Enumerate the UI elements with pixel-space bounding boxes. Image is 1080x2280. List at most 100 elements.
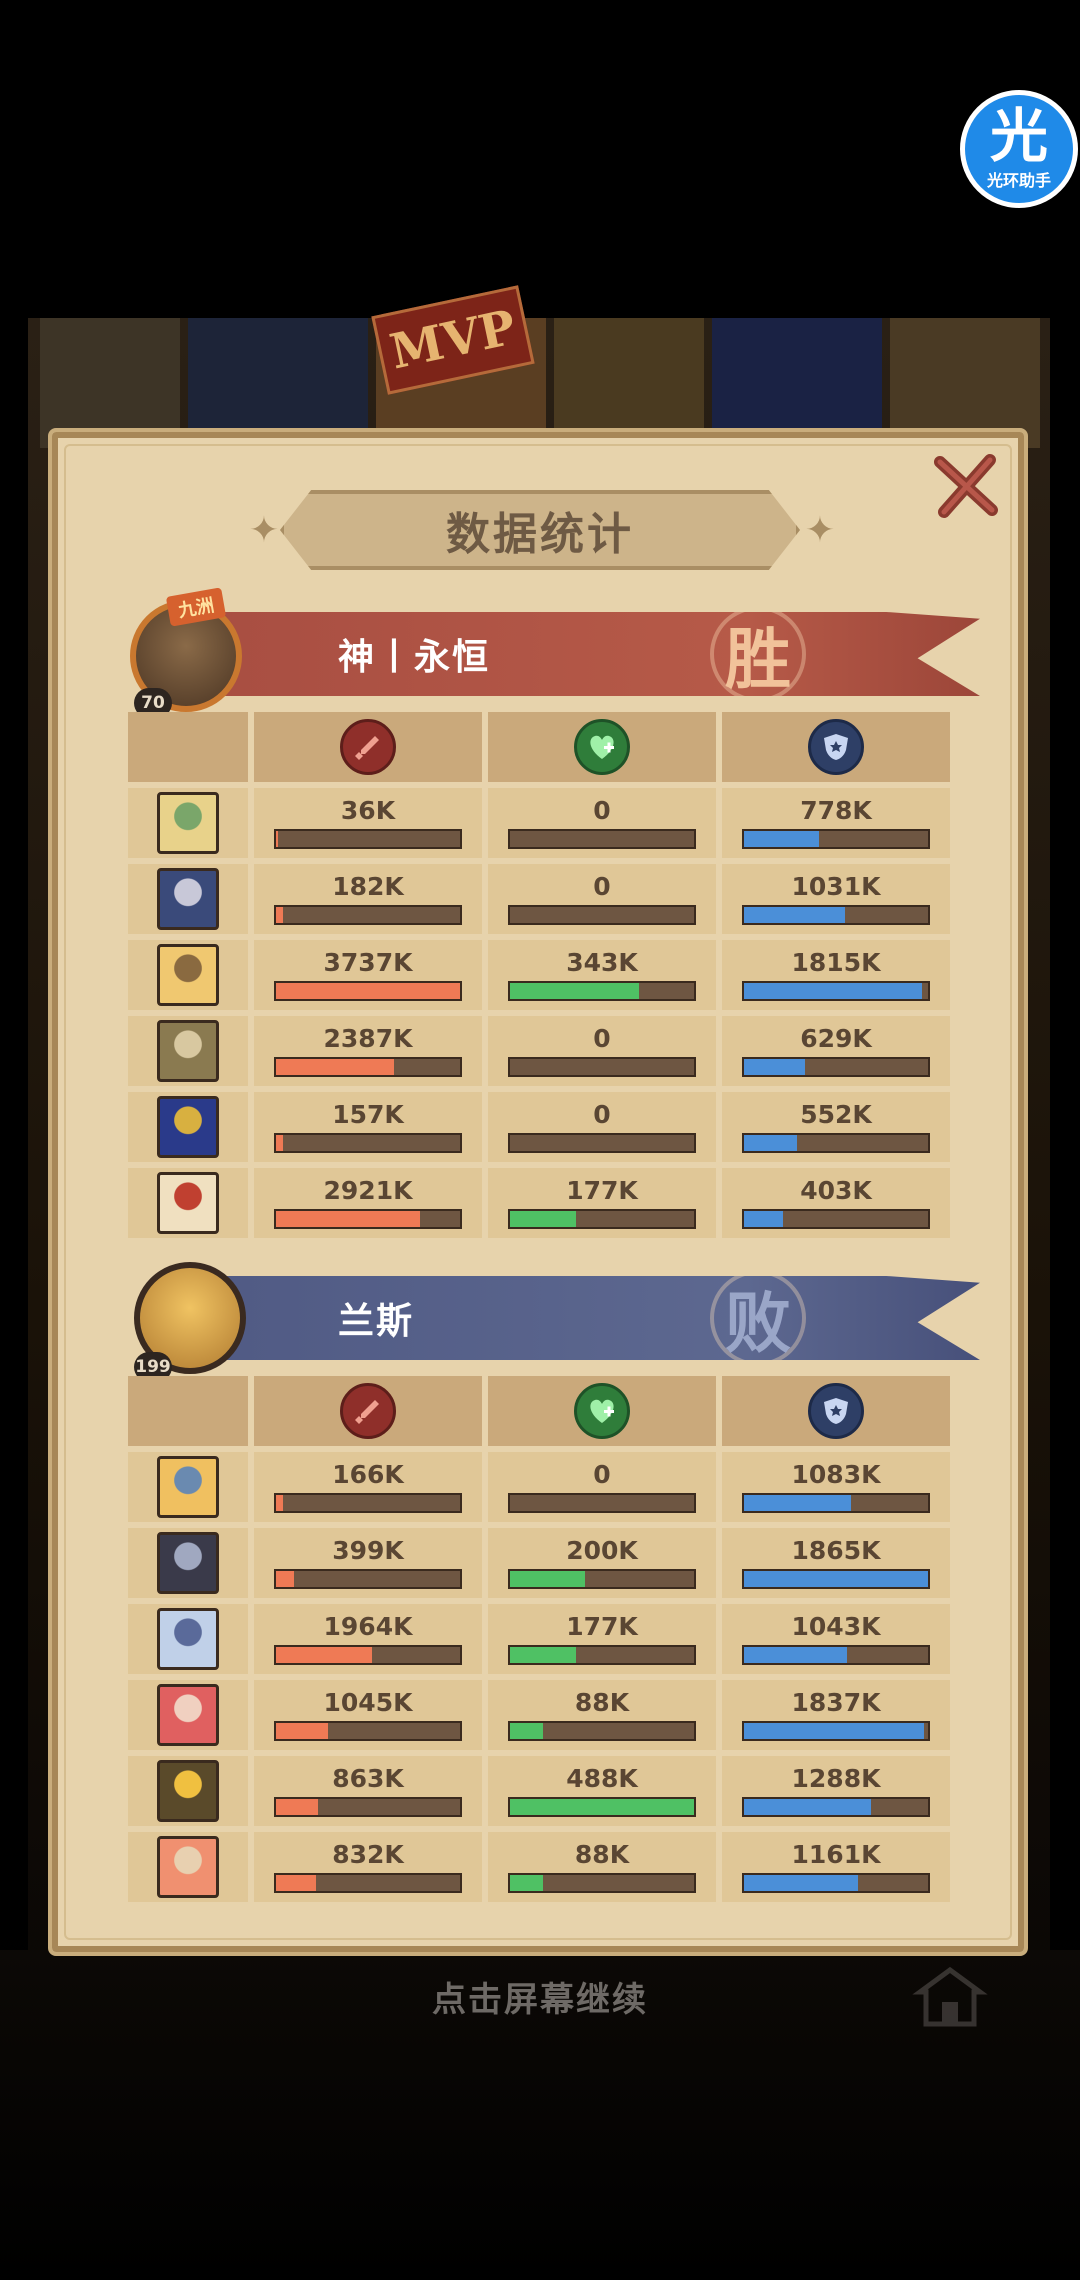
tank-value: 1288K [791,1764,881,1793]
hero-portrait-cell [128,1092,248,1162]
tank-cell: 1083K [722,1452,950,1522]
heal-bar [508,1569,696,1589]
title-plate: 数据统计 [280,490,800,570]
hero-portrait-cell [128,1168,248,1238]
damage-bar-fill [276,983,460,999]
hero-portrait[interactable] [157,868,219,930]
panel-title: 数据统计 [446,509,634,560]
heal-value: 0 [593,1100,611,1129]
damage-cell: 832K [254,1832,482,1902]
hero-stat-row: 399K 200K 1865K [128,1528,950,1598]
damage-cell: 182K [254,864,482,934]
damage-cell: 3737K [254,940,482,1010]
heal-bar-fill [510,1571,586,1587]
tank-value: 1815K [791,948,881,977]
heal-cell: 177K [488,1168,716,1238]
damage-bar-fill [276,1135,284,1151]
tank-cell: 778K [722,788,950,858]
tank-bar [742,829,930,849]
hero-stat-row: 166K 0 1083K [128,1452,950,1522]
heal-icon [574,1383,630,1439]
heal-bar [508,1493,696,1513]
hero-stat-row: 2921K 177K 403K [128,1168,950,1238]
hero-rows: 166K 0 1083K 399K 200K 1865K 1964K 177K 1043K 104… [128,1452,950,1902]
hero-portrait[interactable] [157,1760,219,1822]
tank-cell: 629K [722,1016,950,1086]
heal-bar [508,1873,696,1893]
hero-rows: 36K 0 778K 182K 0 1031K 3737K 343K 1815K 2387K 0 62… [128,788,950,1238]
tank-cell: 1031K [722,864,950,934]
heal-bar-fill [510,1799,694,1815]
table-header [128,712,950,782]
damage-cell: 2387K [254,1016,482,1086]
hero-portrait-cell [128,940,248,1010]
hero-stat-row: 157K 0 552K [128,1092,950,1162]
damage-bar-fill [276,1875,317,1891]
damage-bar-fill [276,1059,394,1075]
team-stats-table: 166K 0 1083K 399K 200K 1865K 1964K 177K 1043K 104… [128,1376,950,1908]
hero-portrait[interactable] [157,792,219,854]
heal-cell: 177K [488,1604,716,1674]
hero-portrait[interactable] [157,1096,219,1158]
hero-portrait[interactable] [157,1532,219,1594]
damage-bar-fill [276,1647,372,1663]
tank-bar [742,1209,930,1229]
tank-cell: 1161K [722,1832,950,1902]
tank-bar [742,981,930,1001]
tank-bar [742,1873,930,1893]
team-banner-winner: 神丨永恒 胜 [200,612,980,696]
hero-portrait[interactable] [157,1020,219,1082]
hero-portrait[interactable] [157,1608,219,1670]
tank-cell: 1043K [722,1604,950,1674]
tank-bar-fill [744,831,820,847]
heal-value: 88K [574,1688,630,1717]
heal-bar-fill [510,1211,577,1227]
damage-bar [274,1721,462,1741]
tank-bar-fill [744,1495,851,1511]
heal-value: 177K [566,1612,638,1641]
tank-bar-fill [744,1875,859,1891]
hero-stat-row: 182K 0 1031K [128,864,950,934]
team-banner-loser: 兰斯 败 [200,1276,980,1360]
heal-cell: 200K [488,1528,716,1598]
shield-icon [808,719,864,775]
heal-bar [508,1133,696,1153]
heal-value: 343K [566,948,638,977]
hero-portrait-cell [128,788,248,858]
header-heal [488,1376,716,1446]
damage-bar-fill [276,1211,420,1227]
damage-icon [340,1383,396,1439]
hero-portrait[interactable] [157,1456,219,1518]
damage-value: 832K [332,1840,404,1869]
tank-value: 1865K [791,1536,881,1565]
home-icon[interactable] [910,1962,990,2032]
heal-value: 0 [593,796,611,825]
hero-portrait[interactable] [157,944,219,1006]
header-heal [488,712,716,782]
team-name: 兰斯 [338,1301,415,1342]
hero-portrait-cell [128,1528,248,1598]
damage-bar [274,1873,462,1893]
heal-value: 200K [566,1536,638,1565]
heal-value: 88K [574,1840,630,1869]
tank-bar-fill [744,1135,798,1151]
damage-value: 1964K [323,1612,413,1641]
damage-value: 3737K [323,948,413,977]
hero-portrait[interactable] [157,1684,219,1746]
heal-cell: 0 [488,1016,716,1086]
hero-portrait-cell [128,1452,248,1522]
hero-portrait[interactable] [157,1172,219,1234]
tank-value: 629K [800,1024,872,1053]
damage-bar [274,1797,462,1817]
tank-bar-fill [744,1647,848,1663]
damage-cell: 36K [254,788,482,858]
tank-bar-fill [744,907,846,923]
damage-bar-fill [276,1723,328,1739]
heal-bar [508,829,696,849]
close-icon[interactable] [930,450,1002,522]
heal-value: 177K [566,1176,638,1205]
halo-assistant-badge[interactable]: 光 光环助手 [960,90,1078,208]
hero-portrait[interactable] [157,1836,219,1898]
heal-cell: 0 [488,788,716,858]
damage-cell: 863K [254,1756,482,1826]
